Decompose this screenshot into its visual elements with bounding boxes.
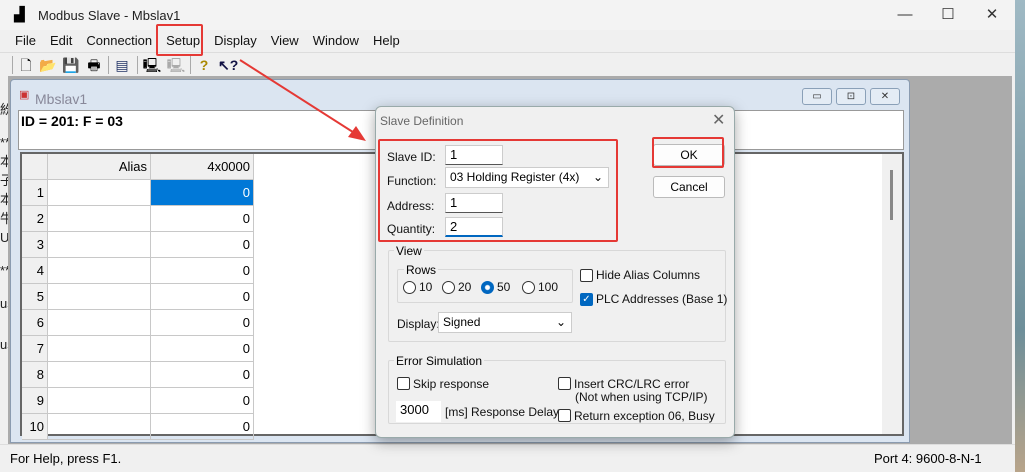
annotation-arrow (239, 59, 366, 141)
